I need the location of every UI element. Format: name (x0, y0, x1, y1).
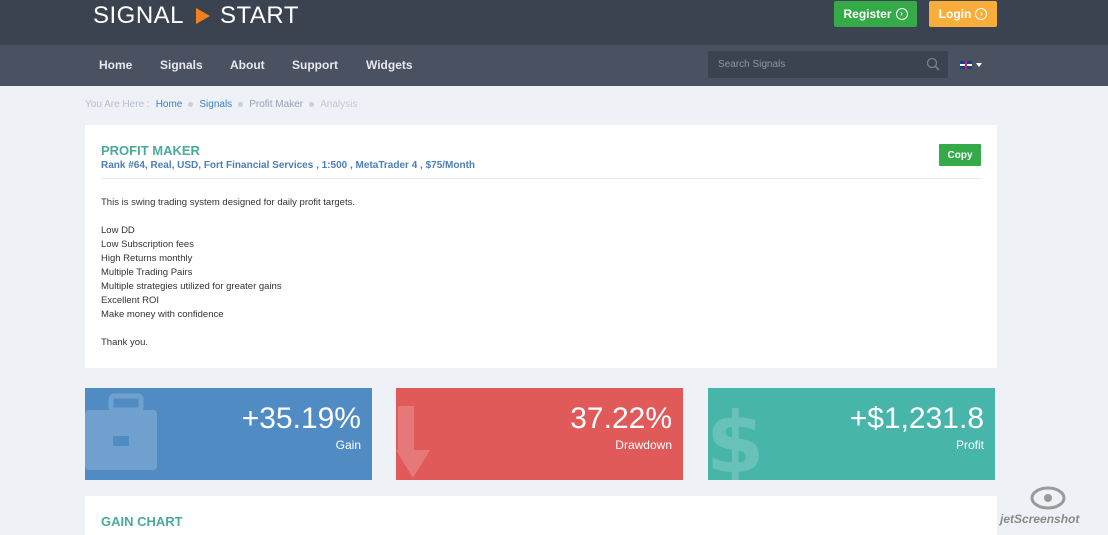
drawdown-stat-tile: 37.22% Drawdown (396, 388, 683, 480)
search-input[interactable] (708, 51, 928, 78)
signal-subtitle: Rank #64, Real, USD, Fort Financial Serv… (101, 160, 476, 171)
description-line (101, 322, 355, 336)
divider (101, 178, 981, 179)
arrow-right-circle-icon: › (975, 8, 988, 20)
breadcrumb-signals[interactable]: Signals (199, 99, 232, 110)
breadcrumb-home[interactable]: Home (156, 99, 183, 110)
description-line: Low Subscription fees (101, 239, 194, 250)
camera-logo-icon (1030, 486, 1066, 510)
login-button[interactable]: Login › (929, 1, 997, 27)
description-line: Multiple Trading Pairs (101, 267, 193, 278)
profit-stat-tile: $ +$1,231.8 Profit (708, 388, 995, 480)
language-selector[interactable] (960, 61, 982, 69)
description-line: Thank you. (101, 337, 148, 348)
main-nav: Home Signals About Support Widgets (0, 45, 1108, 86)
profit-value: +$1,231.8 (849, 402, 984, 435)
gain-value: +35.19% (241, 402, 361, 435)
profit-label: Profit (955, 438, 984, 452)
svg-text:$: $ (708, 394, 764, 480)
search-box (708, 51, 948, 78)
drawdown-value: 37.22% (570, 402, 672, 435)
watermark-text: jetScreenshot (1000, 512, 1080, 526)
description-line: Multiple strategies utilized for greater… (101, 281, 282, 292)
register-button[interactable]: Register › (834, 1, 917, 27)
logo-text-left: SIGNAL (93, 2, 185, 29)
uk-flag-icon (960, 61, 972, 69)
description-line: This is swing trading system designed fo… (101, 197, 355, 208)
dollar-icon: $ (708, 394, 764, 480)
top-header: SIGNAL START Register › Login › (0, 0, 1108, 45)
gain-chart-card: GAIN CHART (85, 496, 997, 535)
breadcrumb-separator (238, 102, 244, 107)
breadcrumb-prefix: You Are Here : (85, 99, 150, 110)
nav-item-widgets[interactable]: Widgets (366, 45, 413, 86)
breadcrumb: You Are Here : Home Signals Profit Maker… (85, 99, 357, 110)
down-arrow-icon (396, 406, 430, 478)
breadcrumb-profit-maker[interactable]: Profit Maker (249, 99, 303, 110)
nav-item-signals[interactable]: Signals (160, 45, 203, 86)
logo-text-right: START (220, 2, 299, 29)
play-arrow-icon (196, 8, 211, 24)
arrow-right-circle-icon: › (895, 8, 908, 20)
login-label: Login (938, 7, 972, 21)
nav-item-support[interactable]: Support (292, 45, 338, 86)
signal-info-card: PROFIT MAKER Rank #64, Real, USD, Fort F… (85, 125, 997, 368)
signal-description: This is swing trading system designed fo… (101, 196, 355, 350)
breadcrumb-analysis: Analysis (320, 99, 358, 110)
description-line (101, 210, 355, 224)
briefcase-icon (85, 393, 157, 470)
nav-item-home[interactable]: Home (99, 45, 132, 86)
nav-item-about[interactable]: About (230, 45, 265, 86)
search-icon[interactable] (926, 57, 940, 71)
register-label: Register (843, 7, 892, 21)
signalstart-logo[interactable]: SIGNAL START (93, 2, 299, 29)
breadcrumb-separator (188, 102, 194, 107)
breadcrumb-separator (309, 102, 315, 107)
watermark: jetScreenshot (1000, 484, 1104, 532)
gain-stat-tile: +35.19% Gain (85, 388, 372, 480)
copy-button[interactable]: Copy (939, 144, 981, 166)
caret-down-icon (976, 63, 982, 67)
drawdown-label: Drawdown (615, 438, 672, 452)
description-line: Make money with confidence (101, 309, 224, 320)
signal-title: PROFIT MAKER (101, 143, 200, 158)
gain-label: Gain (335, 438, 361, 452)
description-line: Excellent ROI (101, 295, 160, 306)
description-line: High Returns monthly (101, 253, 193, 264)
gain-chart-title: GAIN CHART (101, 514, 183, 529)
description-line: Low DD (101, 225, 135, 236)
